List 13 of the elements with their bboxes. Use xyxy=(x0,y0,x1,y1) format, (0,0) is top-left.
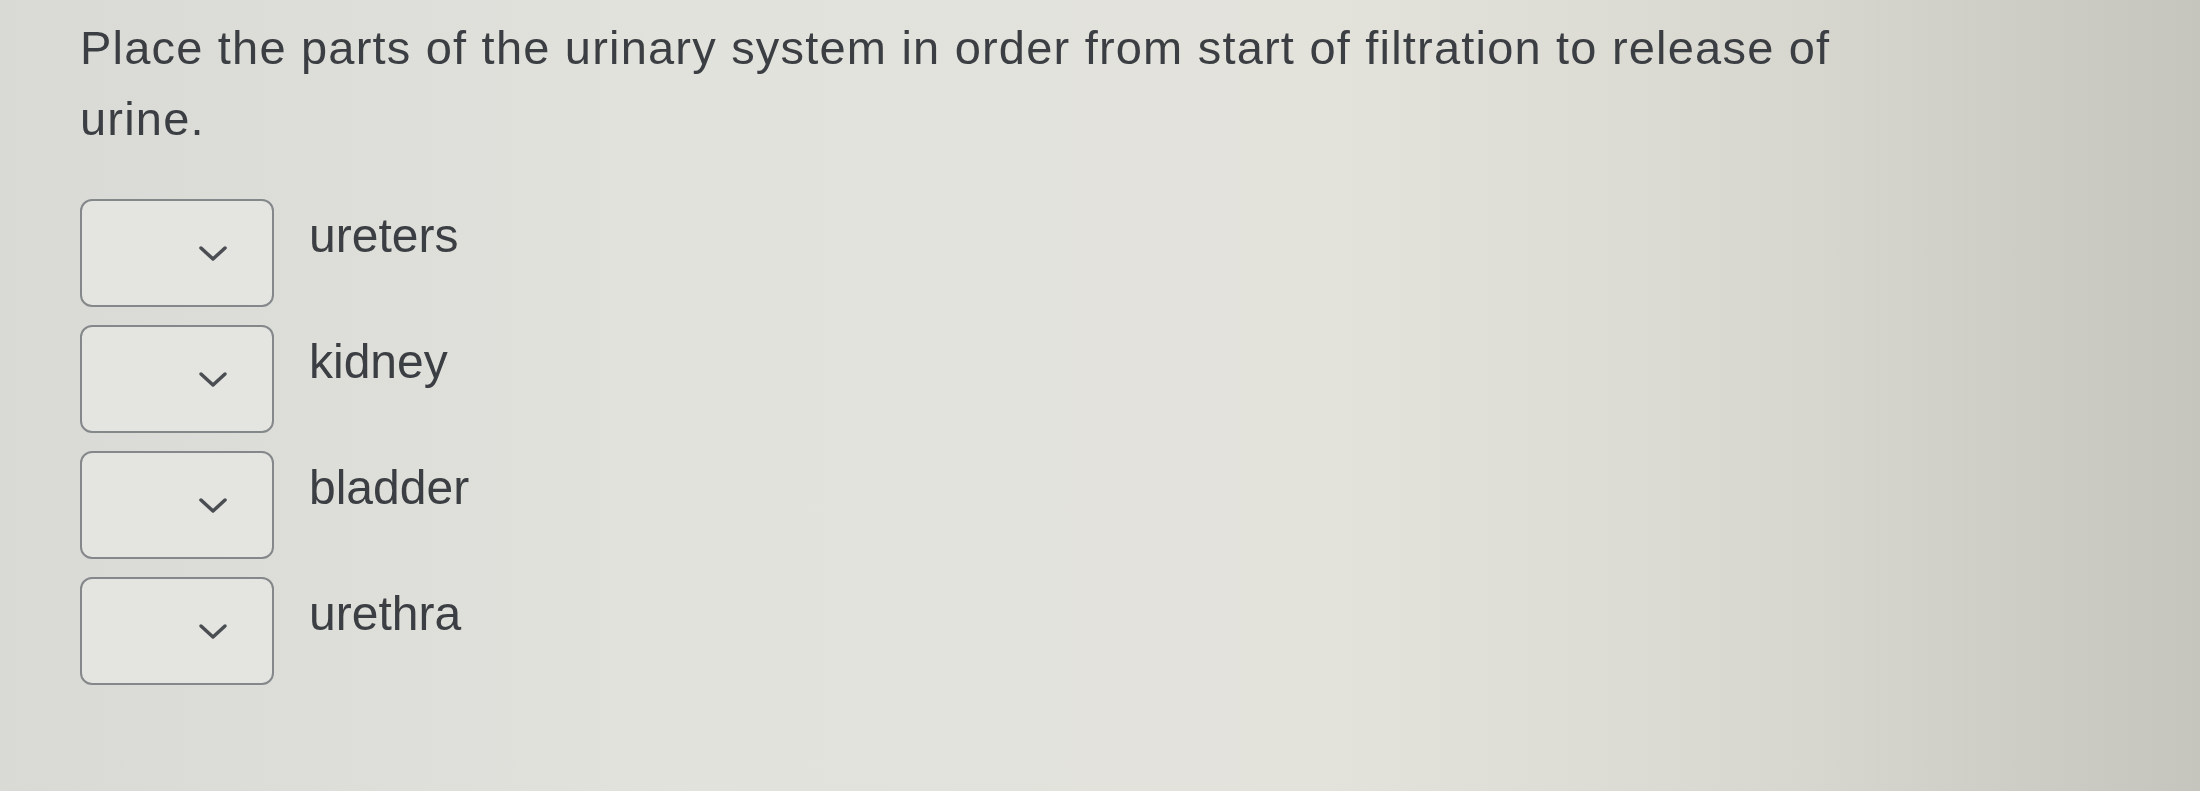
item-label: ureters xyxy=(309,208,459,264)
item-label: urethra xyxy=(309,586,462,642)
order-select[interactable] xyxy=(80,577,274,685)
order-select[interactable] xyxy=(80,199,274,307)
item-label: kidney xyxy=(309,334,448,390)
question-text: Place the parts of the urinary system in order from start of filtration to release of urine. xyxy=(80,20,1832,147)
order-select[interactable] xyxy=(80,325,274,433)
chevron-down-icon xyxy=(198,244,228,262)
order-select[interactable] xyxy=(80,451,274,559)
item-label: bladder xyxy=(309,460,470,516)
chevron-down-icon xyxy=(198,370,228,388)
chevron-down-icon xyxy=(198,496,228,514)
chevron-down-icon xyxy=(198,622,228,640)
